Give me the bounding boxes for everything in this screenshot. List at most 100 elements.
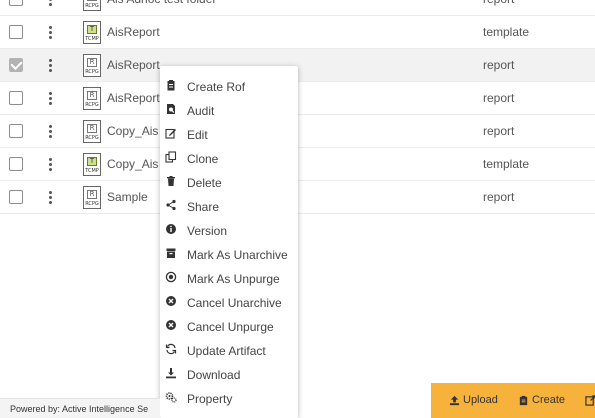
clipboard-icon — [519, 395, 528, 406]
file-tag: TCMP — [85, 168, 99, 174]
artifact-name[interactable]: AisReport — [107, 58, 160, 72]
menu-item-label: Delete — [187, 176, 222, 190]
row-checkbox[interactable] — [9, 25, 23, 39]
download-icon — [165, 367, 177, 379]
artifact-type: report — [483, 124, 515, 138]
menu-item-mark-as-unarchive[interactable]: Mark As Unarchive — [160, 242, 298, 266]
row-checkbox[interactable] — [9, 0, 23, 6]
menu-item-label: Version — [187, 224, 228, 238]
report-file-icon: R RCPG — [83, 0, 101, 11]
menu-item-download[interactable]: Download — [160, 362, 298, 386]
row-checkbox[interactable] — [9, 91, 23, 105]
clipboard-icon — [165, 79, 177, 91]
kebab-menu-icon[interactable] — [47, 189, 55, 206]
file-badge: R — [87, 58, 97, 67]
menu-item-label: Edit — [187, 128, 208, 142]
artifact-type: report — [483, 0, 514, 6]
menu-item-edit[interactable]: Edit — [160, 122, 298, 146]
file-tag: RCPG — [85, 135, 99, 141]
menu-item-label: Clone — [187, 152, 219, 166]
kebab-menu-icon[interactable] — [47, 0, 55, 8]
table-row[interactable]: T TCMP AisReport template — [0, 16, 595, 49]
menu-item-label: Audit — [187, 104, 215, 118]
menu-item-label: Cancel Unarchive — [187, 296, 282, 310]
menu-item-label: Update Artifact — [187, 344, 266, 358]
menu-item-audit[interactable]: Audit — [160, 98, 298, 122]
file-tag: RCPG — [85, 69, 99, 75]
file-tag: RCPG — [85, 3, 99, 9]
file-badge: T — [87, 25, 97, 34]
file-badge: R — [87, 91, 97, 100]
row-checkbox[interactable] — [9, 157, 23, 171]
context-menu: Create Rof Audit Edit Clone Delete Share Versi… — [160, 66, 298, 418]
template-file-icon: T TCMP — [83, 21, 101, 44]
upload-label: Upload — [463, 394, 498, 406]
table-row[interactable]: R RCPG Ais Adhoc test folder report — [0, 0, 595, 16]
row-checkbox[interactable] — [9, 58, 23, 72]
file-tag: RCPG — [85, 201, 99, 207]
artifact-name[interactable]: AisReport — [107, 25, 160, 39]
row-checkbox[interactable] — [9, 124, 23, 138]
menu-item-label: Download — [187, 368, 241, 382]
edit-icon — [165, 127, 177, 139]
template-file-icon: T TCMP — [83, 153, 101, 176]
artifact-name[interactable]: AisReport — [107, 91, 160, 105]
menu-item-label: Share — [187, 200, 220, 214]
file-badge: T — [87, 157, 97, 166]
artifact-type: report — [483, 58, 515, 72]
share-icon — [165, 199, 177, 211]
archive-icon — [165, 247, 177, 259]
cogs-icon — [165, 391, 177, 403]
row-checkbox[interactable] — [9, 190, 23, 204]
refresh-icon — [165, 343, 177, 355]
menu-item-create-rof[interactable]: Create Rof — [160, 74, 298, 98]
artifact-type: report — [483, 91, 515, 105]
kebab-menu-icon[interactable] — [47, 57, 55, 74]
file-badge: R — [87, 0, 97, 1]
menu-item-label: Create Rof — [187, 80, 246, 94]
menu-item-update-artifact[interactable]: Update Artifact — [160, 338, 298, 362]
menu-item-clone[interactable]: Clone — [160, 146, 298, 170]
menu-item-label: Cancel Unpurge — [187, 320, 274, 334]
menu-item-label: Mark As Unarchive — [187, 248, 288, 262]
menu-item-cancel-unpurge[interactable]: Cancel Unpurge — [160, 314, 298, 338]
artifact-name[interactable]: Copy_Ais — [107, 157, 158, 171]
circle-x-icon — [165, 319, 177, 331]
kebab-menu-icon[interactable] — [47, 156, 55, 173]
clone-icon — [165, 151, 177, 163]
action-bar: Upload Create — [431, 383, 595, 418]
menu-item-label: Mark As Unpurge — [187, 272, 280, 286]
circle-x-icon — [165, 295, 177, 307]
file-badge: R — [87, 124, 97, 133]
artifact-type: template — [483, 25, 530, 39]
kebab-menu-icon[interactable] — [47, 24, 55, 41]
artifact-name[interactable]: Sample — [107, 190, 148, 204]
trash-icon — [165, 175, 177, 187]
artifact-name[interactable]: Ais Adhoc test folder — [107, 0, 216, 6]
circle-x-outline-icon — [165, 271, 177, 283]
footer-text: Powered by: Active Intelligence Se — [10, 404, 149, 414]
menu-item-mark-as-unpurge[interactable]: Mark As Unpurge — [160, 266, 298, 290]
menu-item-version[interactable]: Version — [160, 218, 298, 242]
export-icon — [585, 395, 595, 406]
artifact-name[interactable]: Copy_Ais — [107, 124, 158, 138]
upload-icon — [449, 395, 460, 406]
menu-item-delete[interactable]: Delete — [160, 170, 298, 194]
report-file-icon: R RCPG — [83, 87, 101, 110]
menu-item-label: Property — [187, 392, 233, 406]
kebab-menu-icon[interactable] — [47, 90, 55, 107]
file-tag: TCMP — [85, 36, 99, 42]
report-file-icon: R RCPG — [83, 54, 101, 77]
menu-item-cancel-unarchive[interactable]: Cancel Unarchive — [160, 290, 298, 314]
audit-search-icon — [165, 103, 177, 115]
artifact-type: template — [483, 157, 530, 171]
menu-item-share[interactable]: Share — [160, 194, 298, 218]
menu-item-property[interactable]: Property — [160, 386, 298, 410]
file-tag: RCPG — [85, 102, 99, 108]
artifact-type: report — [483, 190, 515, 204]
kebab-menu-icon[interactable] — [47, 123, 55, 140]
report-file-icon: R RCPG — [83, 120, 101, 143]
footer: Powered by: Active Intelligence Se — [0, 398, 160, 418]
create-label: Create — [532, 394, 566, 406]
info-icon — [165, 223, 177, 235]
